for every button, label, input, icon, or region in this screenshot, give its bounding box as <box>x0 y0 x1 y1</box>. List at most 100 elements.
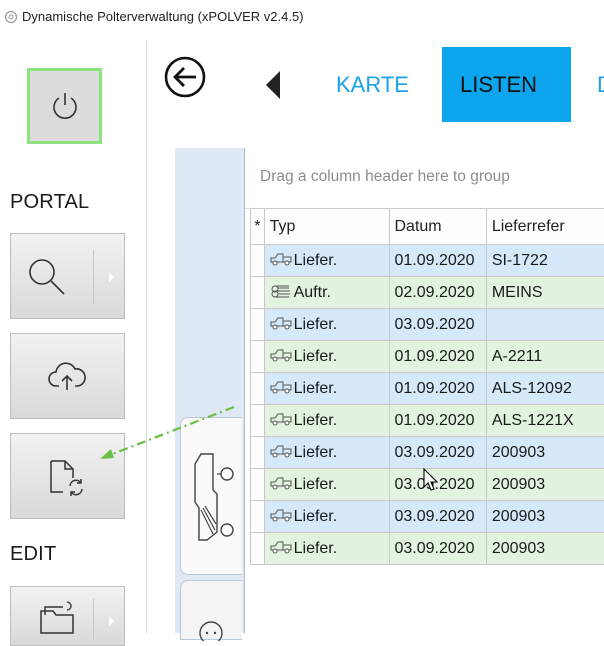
row-indicator[interactable] <box>251 373 265 405</box>
cell-datum[interactable]: 01.09.2020 <box>389 373 486 405</box>
data-grid: Drag a column header here to group * Typ… <box>244 148 604 633</box>
cell-lieferreferenz[interactable]: ALS-1221X <box>486 405 604 437</box>
truck-icon <box>270 252 292 266</box>
portal-section-label: PORTAL <box>10 191 89 214</box>
cell-typ[interactable]: Liefer. <box>264 405 389 437</box>
file-sync-button[interactable] <box>10 433 125 519</box>
cell-datum[interactable]: 03.09.2020 <box>389 437 486 469</box>
row-indicator[interactable] <box>251 341 265 373</box>
cell-datum[interactable]: 03.09.2020 <box>389 501 486 533</box>
cell-typ[interactable]: Liefer. <box>264 533 389 565</box>
app-icon <box>4 10 18 24</box>
table-row[interactable]: Liefer. 03.09.2020200903 <box>251 501 604 533</box>
file-sync-icon <box>47 458 87 498</box>
tab-listen-label[interactable]: LISTEN <box>460 74 537 96</box>
logs-icon <box>270 284 292 298</box>
truck-icon <box>270 412 292 426</box>
power-icon <box>50 91 80 121</box>
cell-typ-text: Liefer. <box>294 380 338 397</box>
previous-arrow-icon[interactable] <box>266 71 280 99</box>
dropdown-arrow-icon[interactable] <box>109 616 114 626</box>
title-bar: Dynamische Polterverwaltung (xPOLVER v2.… <box>0 0 604 34</box>
group-by-panel[interactable]: Drag a column header here to group <box>245 148 604 209</box>
edit-section-label: EDIT <box>10 543 56 566</box>
cell-typ-text: Liefer. <box>294 540 338 557</box>
cell-datum[interactable]: 01.09.2020 <box>389 245 486 277</box>
row-indicator[interactable] <box>251 533 265 565</box>
cell-lieferreferenz[interactable]: SI-1722 <box>486 245 604 277</box>
cell-typ[interactable]: Auftr. <box>264 277 389 309</box>
mouse-cursor-icon <box>423 468 439 492</box>
row-indicator[interactable] <box>251 277 265 309</box>
cell-typ-text: Liefer. <box>294 508 338 525</box>
dropdown-arrow-icon[interactable] <box>109 272 114 282</box>
column-header-lieferreferenz[interactable]: Lieferrefer <box>486 209 604 245</box>
cell-lieferreferenz[interactable]: MEINS <box>486 277 604 309</box>
truck-icon <box>270 316 292 330</box>
cell-datum[interactable]: 03.09.2020 <box>389 533 486 565</box>
cell-lieferreferenz[interactable]: 200903 <box>486 501 604 533</box>
grid-table: * Typ Datum Lieferrefer Liefer.01.09.202… <box>250 208 604 565</box>
row-indicator[interactable] <box>251 405 265 437</box>
side-tab-second[interactable] <box>180 580 242 640</box>
cloud-upload-button[interactable] <box>10 333 125 419</box>
table-row[interactable]: Liefer. 01.09.2020A-2211 <box>251 341 604 373</box>
table-row[interactable]: Liefer. 01.09.2020ALS-12092 <box>251 373 604 405</box>
column-header-datum[interactable]: Datum <box>389 209 486 245</box>
row-indicator[interactable] <box>251 245 265 277</box>
cell-datum[interactable]: 01.09.2020 <box>389 341 486 373</box>
cell-lieferreferenz[interactable] <box>486 309 604 341</box>
folder-edit-icon <box>39 601 79 635</box>
power-button[interactable] <box>27 68 102 144</box>
cell-typ-text: Liefer. <box>294 252 338 269</box>
truck-side-icon <box>187 450 237 544</box>
truck-icon <box>270 508 292 522</box>
row-indicator[interactable] <box>251 437 265 469</box>
new-row-indicator[interactable]: * <box>251 209 265 245</box>
cell-typ[interactable]: Liefer. <box>264 469 389 501</box>
cell-typ-text: Liefer. <box>294 316 338 333</box>
table-row[interactable]: Liefer.03.09.2020200903 <box>251 437 604 469</box>
cell-datum[interactable]: 02.09.2020 <box>389 277 486 309</box>
side-tab-vehicle[interactable] <box>180 417 242 575</box>
cell-datum[interactable]: 03.09.2020 <box>389 309 486 341</box>
cell-typ-text: Liefer. <box>294 348 338 365</box>
table-row[interactable]: Liefer. 03.09.2020 <box>251 309 604 341</box>
cell-typ[interactable]: Liefer. <box>264 245 389 277</box>
cell-typ[interactable]: Liefer. <box>264 309 389 341</box>
cell-lieferreferenz[interactable]: ALS-12092 <box>486 373 604 405</box>
cell-lieferreferenz[interactable]: 200903 <box>486 437 604 469</box>
window-title: Dynamische Polterverwaltung (xPOLVER v2.… <box>22 9 304 24</box>
search-button[interactable] <box>10 233 125 319</box>
table-row[interactable]: Liefer.01.09.2020ALS-1221X <box>251 405 604 437</box>
row-indicator[interactable] <box>251 309 265 341</box>
cell-typ[interactable]: Liefer. <box>264 501 389 533</box>
search-icon <box>26 256 68 298</box>
cell-lieferreferenz[interactable]: A-2211 <box>486 341 604 373</box>
truck-icon <box>270 540 292 554</box>
split-divider <box>93 599 94 639</box>
table-row[interactable]: Liefer. 03.09.2020200903 <box>251 533 604 565</box>
table-row[interactable]: Auftr. 02.09.2020MEINS <box>251 277 604 309</box>
tab-next[interactable]: D <box>597 74 604 96</box>
cell-typ[interactable]: Liefer. <box>264 341 389 373</box>
group-hint-text: Drag a column header here to group <box>260 168 510 186</box>
cell-datum[interactable]: 01.09.2020 <box>389 405 486 437</box>
cell-lieferreferenz[interactable]: 200903 <box>486 533 604 565</box>
tab-karte[interactable]: KARTE <box>336 74 409 96</box>
cell-typ-text: Liefer. <box>294 476 338 493</box>
cell-typ[interactable]: Liefer. <box>264 373 389 405</box>
cloud-upload-icon <box>47 360 87 394</box>
cell-typ-text: Auftr. <box>294 284 331 301</box>
back-button[interactable] <box>163 55 207 99</box>
row-indicator[interactable] <box>251 469 265 501</box>
folder-edit-button[interactable] <box>10 586 125 646</box>
clock-icon <box>197 619 225 641</box>
cell-lieferreferenz[interactable]: 200903 <box>486 469 604 501</box>
cell-typ[interactable]: Liefer. <box>264 437 389 469</box>
table-row[interactable]: Liefer. 01.09.2020SI-1722 <box>251 245 604 277</box>
row-indicator[interactable] <box>251 501 265 533</box>
truck-icon <box>270 380 292 394</box>
column-header-typ[interactable]: Typ <box>264 209 389 245</box>
split-divider <box>93 250 94 304</box>
